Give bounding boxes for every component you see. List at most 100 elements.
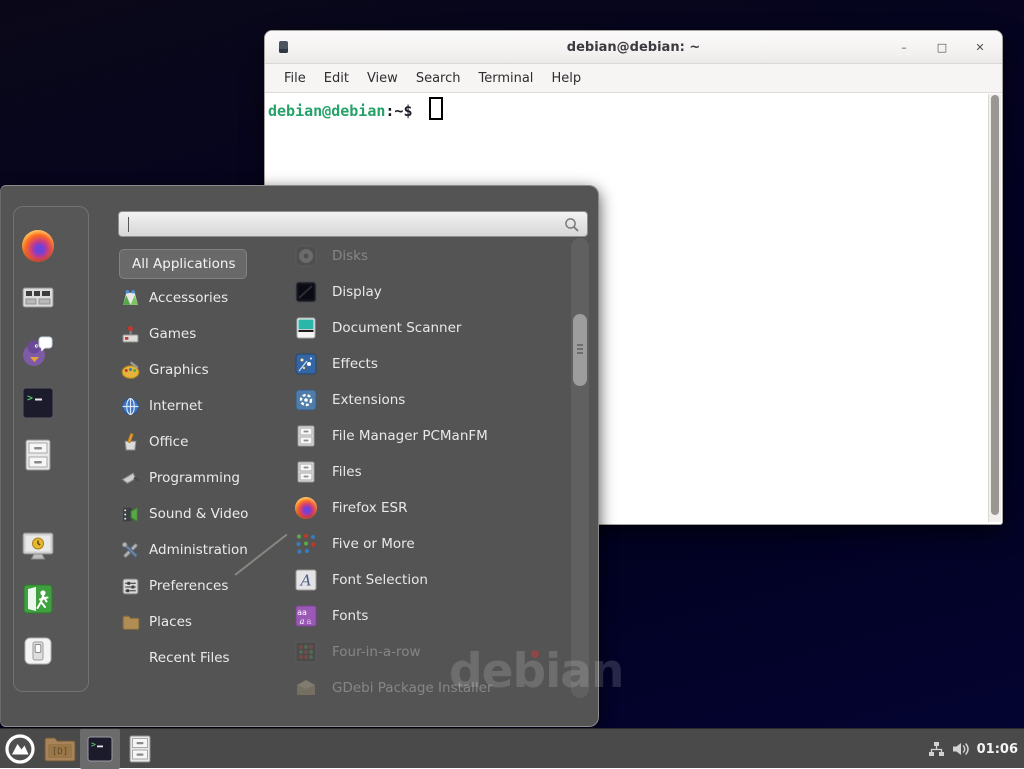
scrollbar-grip [577,344,583,346]
app-row-five-or-more[interactable]: Five or More [286,526,568,562]
effects-icon [294,352,318,376]
fonts-icon: aaaa [294,604,318,628]
category-label: Administration [149,542,248,558]
extensions-icon [294,388,318,412]
firefox-esr-icon [294,496,318,520]
application-list: Disks Display Document Scanner Effects E… [286,238,568,706]
svg-text:a: a [300,617,305,626]
shell-prompt: debian@debian:~$ [268,97,443,120]
app-row-extensions[interactable]: Extensions [286,382,568,418]
office-icon [121,433,140,452]
favorite-lock-screen[interactable] [20,529,56,565]
category-label: Office [149,434,188,450]
file-manager-launcher[interactable]: [D] [40,729,80,769]
favorite-shutdown[interactable] [20,633,56,669]
app-row-disks[interactable]: Disks [286,238,568,274]
category-accessories[interactable]: Accessories [119,280,279,316]
search-icon [564,217,580,233]
app-label: Five or More [332,536,415,552]
category-sound-video[interactable]: Sound & Video [119,496,279,532]
app-row-files[interactable]: Files [286,454,568,490]
terminal-scrollbar-thumb[interactable] [991,95,999,515]
all-applications-label: All Applications [132,256,236,272]
app-row-font-selection[interactable]: A Font Selection [286,562,568,598]
app-row-file-manager-pcmanfm[interactable]: File Manager PCManFM [286,418,568,454]
file-manager-pcmanfm-icon [294,424,318,448]
menu-edit[interactable]: Edit [315,71,358,86]
app-row-document-scanner[interactable]: Document Scanner [286,310,568,346]
volume-icon[interactable] [952,741,970,757]
network-icon[interactable] [928,741,945,758]
app-label: Effects [332,356,378,372]
favorite-terminal[interactable]: > [20,385,56,421]
menu-file[interactable]: File [275,71,315,86]
application-menu: > All Applications Accessories [0,185,599,727]
taskbar: [D] > 01:06 [0,728,1024,768]
category-places[interactable]: Places [119,604,279,640]
category-administration[interactable]: Administration [119,532,279,568]
taskbar-clock[interactable]: 01:06 [977,742,1018,757]
category-label: Preferences [149,578,228,594]
terminal-menubar: File Edit View Search Terminal Help [265,64,1002,93]
favorite-pidgin[interactable] [20,333,56,369]
favorite-file-manager[interactable] [20,437,56,473]
terminal-titlebar[interactable]: debian@debian: ~ – □ ✕ [265,31,1002,64]
menu-button[interactable] [0,729,40,769]
four-in-a-row-icon [294,640,318,664]
category-games[interactable]: Games [119,316,279,352]
category-label: Accessories [149,290,228,306]
category-internet[interactable]: Internet [119,388,279,424]
menu-search[interactable]: Search [407,71,470,86]
start-menu-icon [4,733,36,765]
menu-view[interactable]: View [358,71,407,86]
category-office[interactable]: Office [119,424,279,460]
category-label: Internet [149,398,203,414]
app-row-firefox-esr[interactable]: Firefox ESR [286,490,568,526]
app-row-effects[interactable]: Effects [286,346,568,382]
favorite-software[interactable] [20,280,56,316]
terminal-window-title: debian@debian: ~ [567,40,700,55]
app-label: Font Selection [332,572,428,588]
menu-scrollbar[interactable] [571,238,589,698]
search-input[interactable] [119,212,587,236]
app-row-fonts[interactable]: aaaa Fonts [286,598,568,634]
category-label: Sound & Video [149,506,248,522]
sound-video-icon [121,505,140,524]
app-label: Display [332,284,382,300]
games-icon [121,325,140,344]
category-preferences[interactable]: Preferences [119,568,279,604]
app-label: Document Scanner [332,320,461,336]
files-launcher[interactable] [120,729,160,769]
app-label: Firefox ESR [332,500,407,516]
five-or-more-icon [294,532,318,556]
category-label: Graphics [149,362,209,378]
category-programming[interactable]: Programming [119,460,279,496]
terminal-icon: > [21,386,55,420]
menu-terminal[interactable]: Terminal [469,71,542,86]
category-all-applications[interactable]: All Applications [119,249,247,279]
pidgin-icon [21,334,55,368]
category-recent-files[interactable]: Recent Files [119,640,279,676]
close-button[interactable]: ✕ [972,39,988,55]
menu-help[interactable]: Help [542,71,590,86]
prompt-user-host: debian@debian [268,102,385,120]
logout-icon [21,582,55,616]
favorite-logout[interactable] [20,581,56,617]
favorite-firefox[interactable] [20,228,56,264]
app-row-display[interactable]: Display [286,274,568,310]
svg-text:>: > [27,393,33,404]
category-graphics[interactable]: Graphics [119,352,279,388]
desktop[interactable]: debian@debian: ~ – □ ✕ File Edit View Se… [0,0,1024,768]
maximize-button[interactable]: □ [934,39,950,55]
menu-scrollbar-thumb[interactable] [573,314,587,386]
terminal-launcher[interactable]: > [80,729,120,769]
category-label: Programming [149,470,240,486]
menu-search-field[interactable] [118,211,588,237]
file-cabinet-icon [22,438,54,472]
places-folder-icon [121,613,140,632]
app-label: Four-in-a-row [332,644,421,660]
minimize-button[interactable]: – [896,39,912,55]
files-icon [294,460,318,484]
terminal-scrollbar[interactable] [988,94,1001,522]
terminal-cursor [429,97,443,120]
